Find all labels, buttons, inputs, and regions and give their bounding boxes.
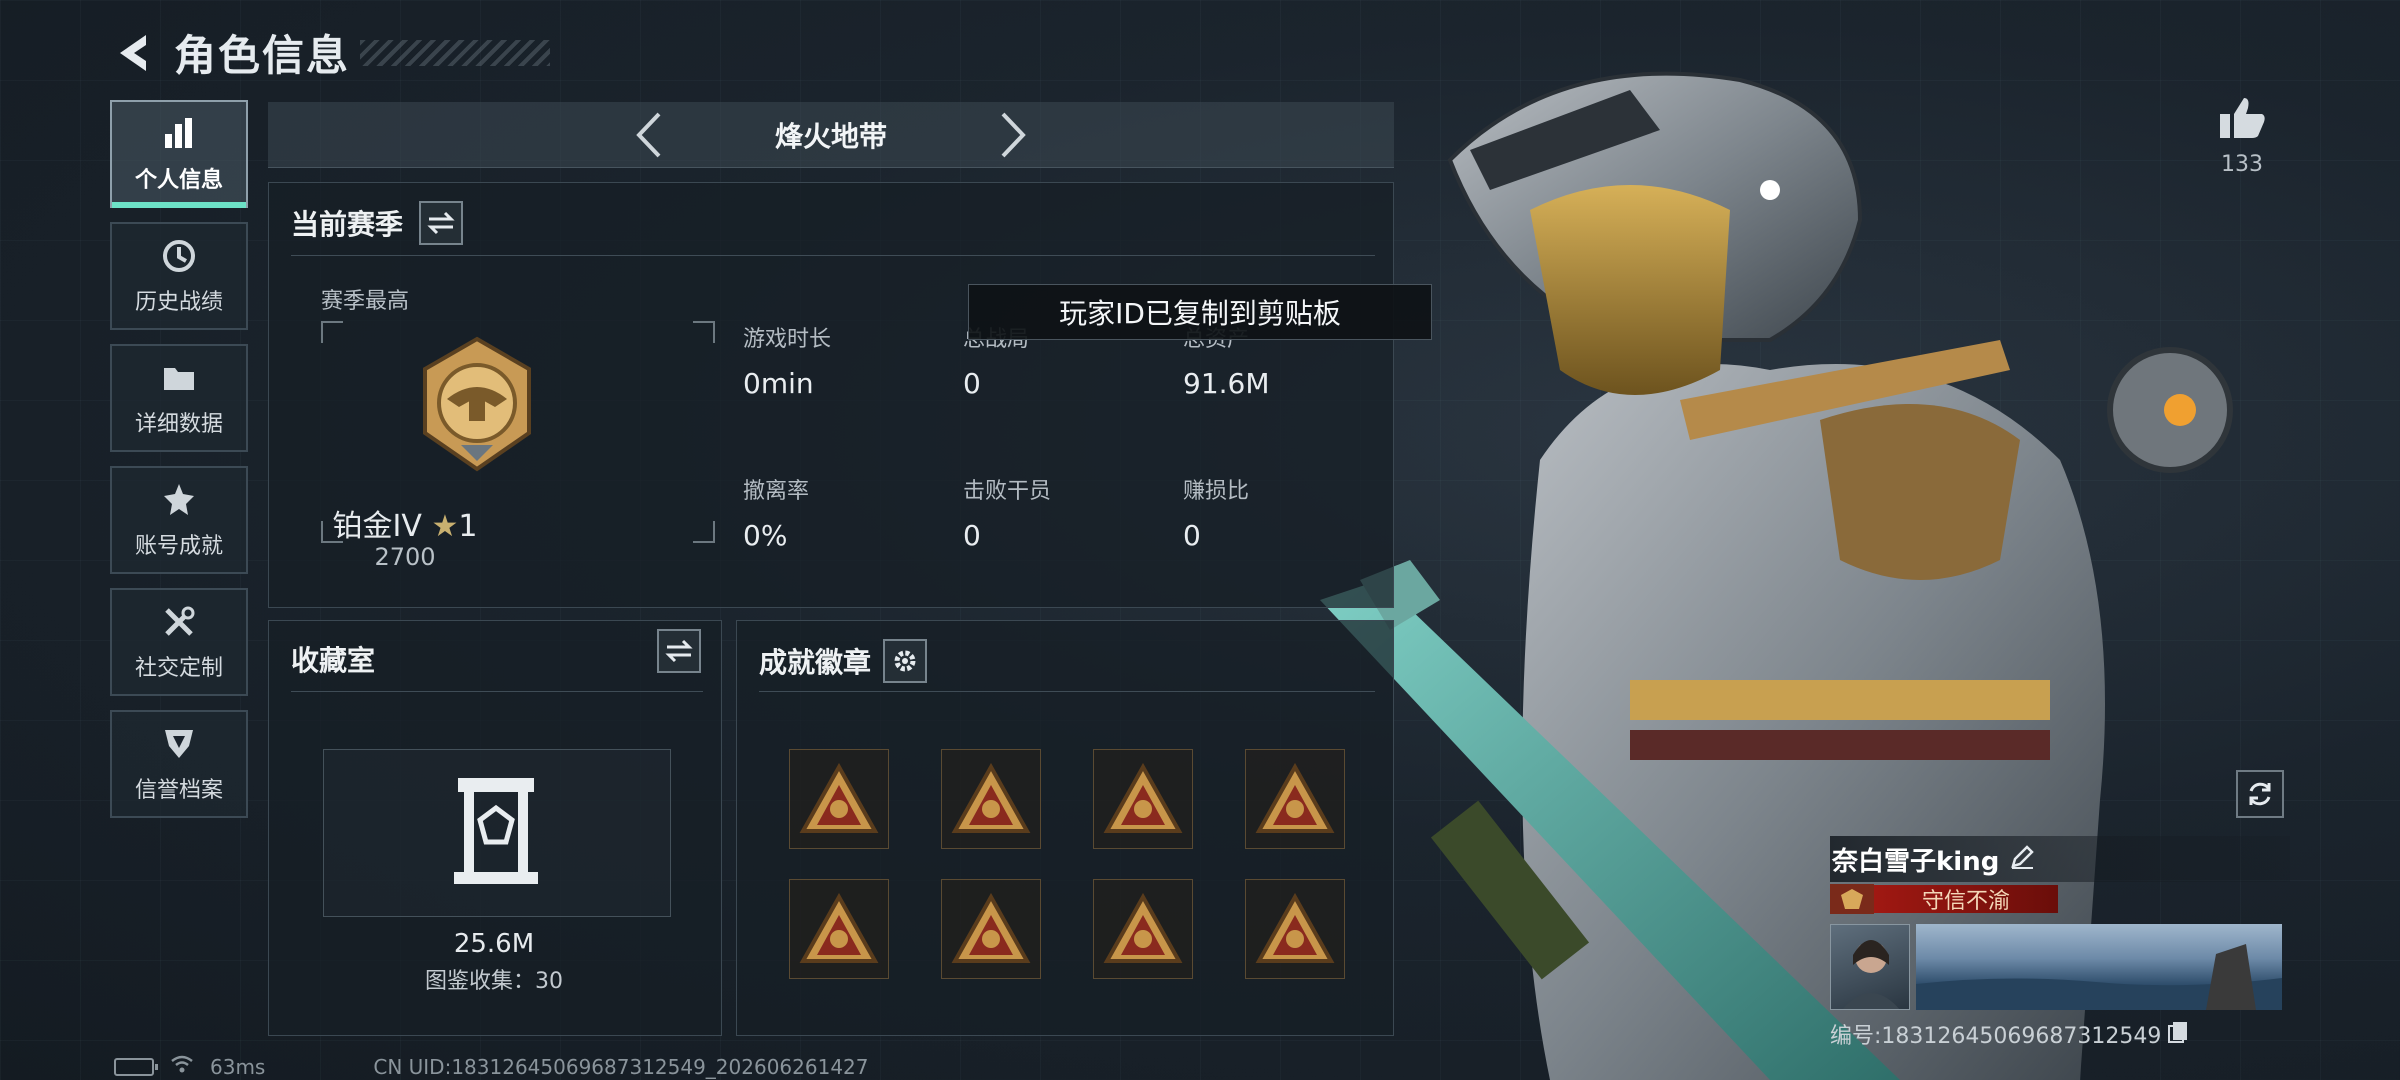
achievement-badge[interactable]: [1245, 749, 1345, 849]
player-banner[interactable]: [1916, 924, 2282, 1010]
swap-icon: [665, 639, 693, 663]
badge-triangle-icon: [951, 763, 1031, 833]
stat-playtime: 游戏时长 0min: [743, 327, 832, 400]
player-title-tag: 守信不渝: [1874, 885, 2058, 914]
back-arrow-icon: [120, 34, 146, 71]
title-decoration: [360, 39, 551, 66]
edit-name-button[interactable]: [2009, 844, 2035, 874]
copy-id-button[interactable]: [2167, 1020, 2189, 1048]
achievement-badge[interactable]: [789, 879, 889, 979]
gear-icon: [894, 650, 916, 672]
sidebar-item-reputation[interactable]: 信誉档案: [110, 710, 248, 818]
collection-panel: 收藏室 25.6M 图鉴收集：30: [268, 620, 722, 1036]
rank-emblem-icon: [417, 335, 537, 479]
achievement-badge[interactable]: [941, 749, 1041, 849]
season-panel: 当前赛季 赛季最高 铂金IV ★1 2700 游戏时长 0min 总战局 0: [268, 182, 1394, 608]
sidebar-item-achievements[interactable]: 账号成就: [110, 466, 248, 574]
player-card: 奈白雪子king 守信不渝 编号:18312645069687312549: [1830, 836, 2290, 1050]
like-count: 133: [2221, 152, 2263, 177]
uid-text: CN UID:18312645069687312549_202606261427: [373, 1054, 869, 1079]
collection-display[interactable]: [323, 749, 671, 917]
season-best-label: 赛季最高: [321, 289, 410, 314]
sidebar-item-social[interactable]: 社交定制: [110, 588, 248, 696]
history-icon: [159, 236, 199, 276]
shield-icon: [159, 724, 199, 764]
collection-title: 收藏室: [291, 644, 376, 677]
sidebar-item-label: 信誉档案: [134, 778, 223, 803]
rank-stars: 1: [458, 509, 478, 544]
achievement-badge[interactable]: [1245, 879, 1345, 979]
copy-toast: 玩家ID已复制到剪贴板: [968, 284, 1432, 340]
sidebar-item-label: 社交定制: [134, 656, 223, 681]
rank-name: 铂金IV: [332, 509, 422, 544]
folder-icon: [159, 358, 199, 398]
ping-value: 63ms: [210, 1054, 266, 1079]
badges-title: 成就徽章: [759, 646, 872, 679]
sidebar-item-history[interactable]: 历史战绩: [110, 222, 248, 330]
back-button[interactable]: [110, 27, 154, 79]
swap-icon: [427, 211, 455, 235]
season-title: 当前赛季: [291, 208, 404, 241]
status-footer: 63ms CN UID:18312645069687312549_2026062…: [114, 1054, 869, 1079]
rotate-model-button[interactable]: [2236, 770, 2284, 818]
achievement-badge[interactable]: [789, 749, 889, 849]
sidebar-item-label: 账号成就: [134, 534, 223, 559]
title-emblem-icon: [1830, 884, 1874, 914]
header: 角色信息: [110, 22, 551, 83]
vault-icon: [450, 774, 542, 892]
achievement-badge[interactable]: [1093, 879, 1193, 979]
collection-switch-button[interactable]: [657, 629, 701, 673]
mode-prev-button[interactable]: [628, 112, 668, 158]
badge-triangle-icon: [799, 893, 879, 963]
achievement-badge[interactable]: [1093, 749, 1193, 849]
badges-panel: 成就徽章: [736, 620, 1394, 1036]
collection-count: 图鉴收集：30: [425, 969, 563, 994]
achievement-icon: [159, 480, 199, 520]
badge-triangle-icon: [1103, 893, 1183, 963]
sidebar-item-label: 详细数据: [134, 412, 223, 437]
sidebar-item-details[interactable]: 详细数据: [110, 344, 248, 452]
badges-settings-button[interactable]: [883, 639, 928, 683]
sidebar: 个人信息 历史战绩 详细数据 账号成就 社交定制 信誉档案: [110, 100, 250, 818]
stat-kills: 击败干员 0: [963, 479, 1052, 552]
player-id: 编号:18312645069687312549: [1830, 1024, 2162, 1049]
badge-triangle-icon: [1103, 763, 1183, 833]
mode-switcher: 烽火地带: [268, 102, 1394, 168]
badge-triangle-icon: [1255, 763, 1335, 833]
chevron-left-icon: [636, 112, 661, 158]
page-title: 角色信息: [174, 31, 351, 80]
like-button[interactable]: 133: [2210, 96, 2274, 177]
rank-score: 2700: [374, 543, 436, 571]
stat-extract-rate: 撤离率 0%: [743, 479, 810, 552]
badge-triangle-icon: [951, 893, 1031, 963]
avatar[interactable]: [1830, 924, 1910, 1010]
collection-value: 25.6M: [453, 929, 535, 959]
season-switch-button[interactable]: [419, 201, 464, 245]
chevron-right-icon: [1001, 112, 1026, 158]
tools-icon: [159, 602, 199, 642]
badge-triangle-icon: [799, 763, 879, 833]
refresh-icon: [2249, 782, 2271, 806]
bar-chart-icon: [159, 114, 199, 154]
mode-next-button[interactable]: [994, 112, 1034, 158]
pencil-icon: [2011, 845, 2035, 869]
rank-name-row: 铂金IV ★1: [255, 501, 555, 545]
star-icon: ★: [431, 509, 459, 544]
badge-triangle-icon: [1255, 893, 1335, 963]
thumbs-up-icon: [2220, 98, 2265, 138]
copy-icon: [2168, 1022, 2188, 1043]
wifi-icon: [170, 1054, 194, 1079]
player-name: 奈白雪子king: [1832, 846, 2000, 877]
sidebar-item-label: 历史战绩: [134, 290, 223, 315]
mode-title: 烽火地带: [774, 119, 887, 153]
stat-profit-ratio: 赚损比 0: [1183, 479, 1250, 552]
sidebar-item-label: 个人信息: [134, 168, 223, 193]
achievement-badge[interactable]: [941, 879, 1041, 979]
battery-icon: [114, 1057, 158, 1076]
sidebar-item-personal-info[interactable]: 个人信息: [110, 100, 248, 208]
